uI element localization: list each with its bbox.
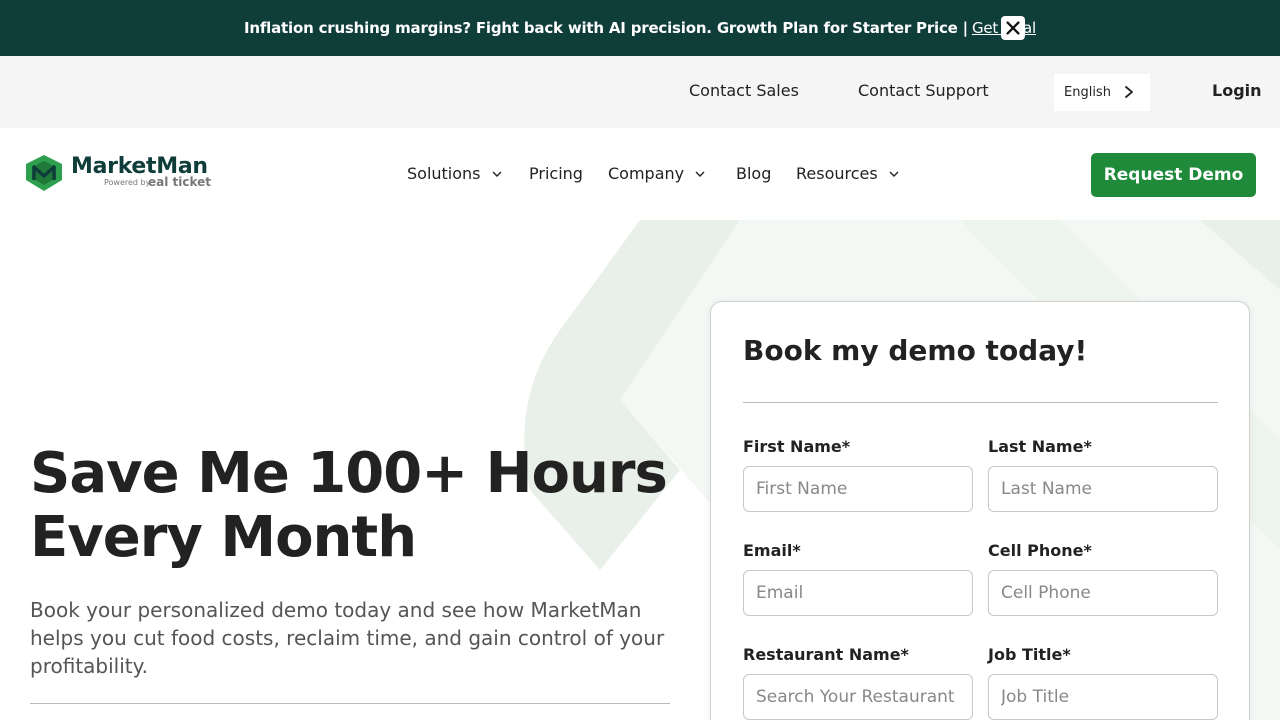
- job-title-label: Job Title*: [988, 645, 1071, 664]
- nav-solutions-label: Solutions: [407, 164, 481, 183]
- announcement-text: Inflation crushing margins? Fight back w…: [244, 19, 968, 37]
- nav-company[interactable]: Company: [608, 164, 706, 183]
- restaurant-name-field[interactable]: [743, 674, 973, 720]
- main-nav: MarketMan Powered by eal ticket Solution…: [0, 128, 1280, 220]
- cell-phone-label: Cell Phone*: [988, 541, 1092, 560]
- last-name-field[interactable]: [988, 466, 1218, 512]
- hero-subtitle: Book your personalized demo today and se…: [30, 598, 665, 678]
- marketman-logo-icon: [26, 155, 62, 191]
- hero-divider: [30, 703, 670, 704]
- nav-resources[interactable]: Resources: [796, 164, 900, 183]
- form-divider: [743, 402, 1218, 403]
- request-demo-button[interactable]: Request Demo: [1091, 153, 1256, 197]
- powered-by-text: Powered by: [104, 178, 151, 187]
- partner-logo-text: eal ticket: [148, 175, 212, 189]
- nav-blog-label: Blog: [736, 164, 772, 183]
- nav-resources-label: Resources: [796, 164, 878, 183]
- chevron-down-icon: [492, 171, 502, 177]
- hero-title: Save Me 100+ Hours Every Month: [30, 441, 668, 570]
- contact-sales-link[interactable]: Contact Sales: [689, 81, 799, 100]
- close-announcement-button[interactable]: [1001, 16, 1025, 40]
- email-field[interactable]: [743, 570, 973, 616]
- cell-phone-field[interactable]: [988, 570, 1218, 616]
- email-label: Email*: [743, 541, 801, 560]
- first-name-field[interactable]: [743, 466, 973, 512]
- chevron-right-icon: [1125, 86, 1133, 98]
- nav-solutions[interactable]: Solutions: [407, 164, 503, 183]
- restaurant-name-label: Restaurant Name*: [743, 645, 909, 664]
- logo[interactable]: MarketMan Powered by eal ticket: [24, 154, 224, 194]
- form-title: Book my demo today!: [743, 334, 1088, 367]
- language-label: English: [1064, 85, 1111, 100]
- language-selector[interactable]: English: [1054, 74, 1150, 111]
- hero-section: Save Me 100+ Hours Every Month Book your…: [0, 220, 1280, 720]
- nav-pricing[interactable]: Pricing: [529, 164, 583, 183]
- chevron-down-icon: [889, 171, 899, 177]
- close-icon: [1006, 21, 1020, 35]
- nav-company-label: Company: [608, 164, 685, 183]
- last-name-label: Last Name*: [988, 437, 1092, 456]
- nav-blog[interactable]: Blog: [736, 164, 771, 183]
- job-title-field[interactable]: [988, 674, 1218, 720]
- nav-pricing-label: Pricing: [529, 164, 583, 183]
- first-name-label: First Name*: [743, 437, 851, 456]
- announcement-bar: Inflation crushing margins? Fight back w…: [0, 0, 1280, 56]
- login-link[interactable]: Login: [1212, 81, 1262, 100]
- utility-bar: Contact Sales Contact Support English Lo…: [0, 56, 1280, 128]
- contact-support-link[interactable]: Contact Support: [858, 81, 989, 100]
- demo-form-card: Book my demo today! First Name* Last Nam…: [710, 301, 1250, 720]
- chevron-down-icon: [695, 171, 705, 177]
